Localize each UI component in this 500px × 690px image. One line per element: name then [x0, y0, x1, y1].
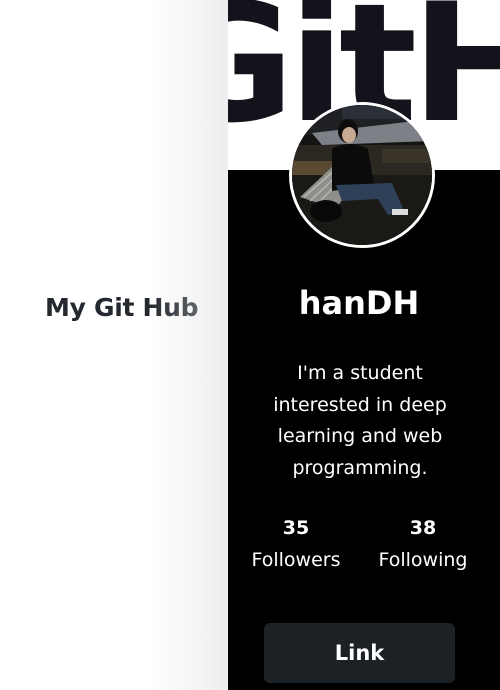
avatar[interactable] — [289, 102, 435, 248]
link-button[interactable]: Link — [264, 623, 455, 683]
followers-count: 35 — [282, 517, 310, 539]
followers-label: Followers — [251, 549, 341, 571]
following-count: 38 — [409, 517, 437, 539]
username: hanDH — [298, 284, 420, 322]
followers-stat[interactable]: 35 Followers — [246, 516, 346, 572]
following-label: Following — [378, 549, 468, 571]
profile-bio: I'm a student interested in deep learnin… — [273, 362, 447, 479]
avatar-photo — [292, 105, 432, 245]
card-shadow — [150, 0, 230, 690]
profile-card: GitHub — [228, 0, 500, 690]
following-stat[interactable]: 38 Following — [370, 516, 476, 572]
page: My Git Hub GitHub — [0, 0, 500, 690]
